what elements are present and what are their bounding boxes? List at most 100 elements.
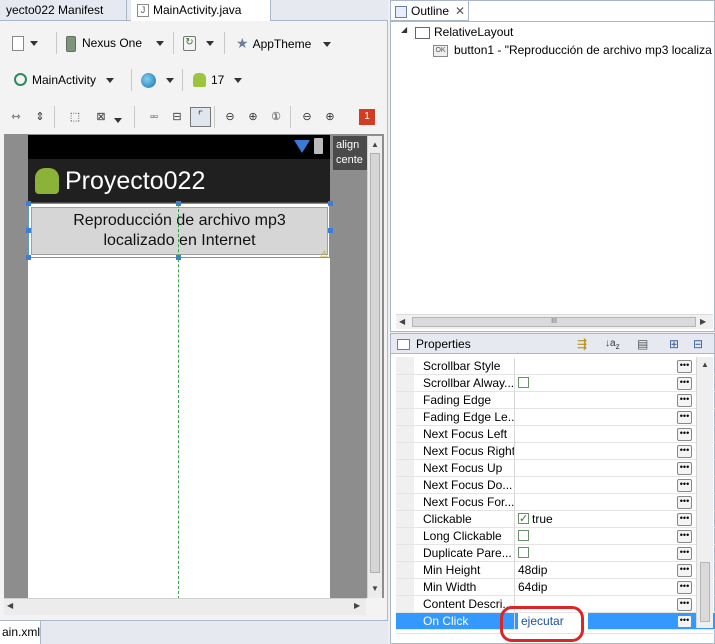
outline-horizontal-scrollbar[interactable]: ◀ III ▶ <box>396 314 713 329</box>
property-edit-button[interactable]: ••• <box>677 513 692 526</box>
property-row[interactable]: Next Focus Up ••• <box>396 460 715 477</box>
property-row[interactable]: Scrollbar Alway... ••• <box>396 375 715 392</box>
tree-item-button1[interactable]: OK button1 - "Reproducción de archivo mp3… <box>433 42 715 58</box>
locale-selector[interactable] <box>141 67 174 93</box>
property-value[interactable] <box>518 443 668 460</box>
zoom-in-icon[interactable]: ⊕ <box>321 108 339 126</box>
property-edit-button[interactable]: ••• <box>677 615 692 628</box>
scroll-up-arrow-icon[interactable]: ▲ <box>701 360 709 369</box>
resize-handle[interactable] <box>26 201 31 206</box>
scroll-right-arrow-icon[interactable]: ▶ <box>700 317 706 326</box>
tab-manifest[interactable]: yecto022 Manifest <box>0 0 127 21</box>
property-row[interactable]: Long Clickable ••• <box>396 528 715 545</box>
chevron-down-icon[interactable] <box>114 113 122 127</box>
checkbox-icon[interactable] <box>518 511 529 527</box>
property-edit-button[interactable]: ••• <box>677 564 692 577</box>
property-edit-button[interactable]: ••• <box>677 462 692 475</box>
property-value[interactable] <box>518 494 668 511</box>
property-row[interactable]: Fading Edge ••• <box>396 392 715 409</box>
property-row[interactable]: Fading Edge Le... ••• <box>396 409 715 426</box>
property-edit-button[interactable]: ••• <box>677 445 692 458</box>
property-row[interactable]: Next Focus Left ••• <box>396 426 715 443</box>
zoom-actual-icon[interactable]: ① <box>267 108 285 126</box>
activity-selector[interactable]: MainActivity <box>14 67 115 93</box>
advanced-properties-icon[interactable]: ▤ <box>637 334 648 354</box>
tree-expand-icon[interactable]: ◢ <box>401 25 407 34</box>
property-edit-button[interactable]: ••• <box>677 581 692 594</box>
property-edit-button[interactable]: ••• <box>677 479 692 492</box>
property-value[interactable]: 48dip <box>518 562 668 579</box>
property-edit-button[interactable]: ••• <box>677 377 692 390</box>
properties-vertical-scrollbar[interactable]: ▲ <box>696 357 713 628</box>
canvas-horizontal-scrollbar[interactable]: ◀ ▶ <box>4 598 366 615</box>
tree-item-relativelayout[interactable]: RelativeLayout <box>415 24 513 40</box>
collapse-all-icon[interactable]: ⊟ <box>693 334 703 354</box>
property-row[interactable]: Scrollbar Style ••• <box>396 358 715 375</box>
layout-height-icon[interactable]: ⊟ <box>168 108 186 126</box>
checkbox-icon[interactable] <box>518 377 529 389</box>
property-edit-button[interactable]: ••• <box>677 394 692 407</box>
scroll-down-arrow-icon[interactable]: ▼ <box>371 584 379 593</box>
toggle-fill-width-icon[interactable]: ⇿ <box>7 108 25 126</box>
property-row[interactable]: Duplicate Pare... ••• <box>396 545 715 562</box>
property-row[interactable]: Min Height 48dip ••• <box>396 562 715 579</box>
canvas-vertical-scrollbar[interactable]: ▲ ▼ <box>367 136 382 598</box>
sort-az-icon[interactable]: ↓az <box>605 334 620 356</box>
close-icon[interactable]: ✕ <box>455 4 465 18</box>
tab-mainactivity[interactable]: J MainActivity.java <box>131 0 271 21</box>
checkbox-icon[interactable] <box>518 530 529 542</box>
config-chooser-button[interactable] <box>12 30 38 56</box>
property-edit-button[interactable]: ••• <box>677 411 692 424</box>
error-badge[interactable]: 1 <box>359 109 375 125</box>
resize-handle[interactable] <box>328 228 333 233</box>
property-value[interactable]: 64dip <box>518 579 668 596</box>
property-value[interactable] <box>518 460 668 477</box>
property-edit-button[interactable]: ••• <box>677 598 692 611</box>
theme-selector[interactable]: ★ AppTheme <box>236 30 332 56</box>
property-value[interactable] <box>518 477 668 494</box>
checkbox-icon[interactable] <box>518 547 529 559</box>
property-row[interactable]: Min Width 64dip ••• <box>396 579 715 596</box>
zoom-out-icon[interactable]: ⊖ <box>298 108 316 126</box>
resize-handle[interactable] <box>328 201 333 206</box>
api-level-selector[interactable]: 17 <box>193 67 243 93</box>
scroll-thumb[interactable]: III <box>412 317 696 327</box>
property-row[interactable]: Next Focus Right ••• <box>396 443 715 460</box>
property-edit-button[interactable]: ••• <box>677 360 692 373</box>
property-value[interactable] <box>518 358 668 375</box>
property-value[interactable] <box>518 545 668 562</box>
property-value[interactable] <box>518 409 668 426</box>
property-edit-button[interactable]: ••• <box>677 428 692 441</box>
property-edit-button[interactable]: ••• <box>677 547 692 560</box>
scroll-left-arrow-icon[interactable]: ◀ <box>7 601 13 610</box>
device-selector[interactable]: Nexus One <box>66 30 165 56</box>
orientation-button[interactable]: ↻ <box>183 30 214 56</box>
property-row[interactable]: Next Focus Do... ••• <box>396 477 715 494</box>
property-value[interactable] <box>518 375 668 392</box>
property-value[interactable] <box>518 528 668 545</box>
outline-tab[interactable]: Outline ✕ <box>391 1 469 21</box>
filter-icon[interactable]: ⇶ <box>577 334 587 354</box>
zoom-fit-icon[interactable]: ⊕ <box>244 108 262 126</box>
toggle-fill-height-icon[interactable]: ⇕ <box>31 108 49 126</box>
property-value[interactable]: true <box>518 511 668 528</box>
gravity-icon[interactable]: ⊠ <box>92 108 110 126</box>
property-edit-button[interactable]: ••• <box>677 496 692 509</box>
layout-width-icon[interactable]: ▫▫ <box>145 108 163 126</box>
property-edit-button[interactable]: ••• <box>677 530 692 543</box>
scroll-right-arrow-icon[interactable]: ▶ <box>354 601 360 610</box>
resize-handle[interactable] <box>26 255 31 260</box>
margins-icon[interactable]: ⬚ <box>66 108 84 126</box>
property-value[interactable] <box>518 392 668 409</box>
scroll-thumb[interactable] <box>370 153 380 573</box>
property-row[interactable]: Next Focus For... ••• <box>396 494 715 511</box>
resize-handle[interactable] <box>26 228 31 233</box>
property-row[interactable]: Clickable true ••• <box>396 511 715 528</box>
zoom-emulate-icon[interactable]: ⊖ <box>221 108 239 126</box>
scroll-thumb[interactable] <box>700 562 710 622</box>
tab-xml[interactable]: ain.xml <box>0 621 41 644</box>
clipping-toggle-icon[interactable]: ⌜ <box>190 107 211 127</box>
property-value[interactable] <box>518 426 668 443</box>
expand-all-icon[interactable]: ⊞ <box>669 334 679 354</box>
scroll-up-arrow-icon[interactable]: ▲ <box>371 140 379 149</box>
